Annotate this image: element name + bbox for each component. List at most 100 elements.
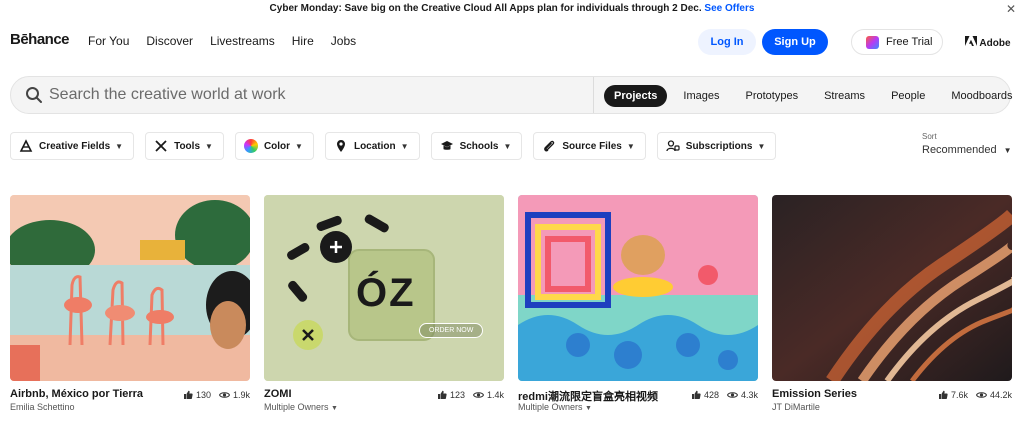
nav-discover[interactable]: Discover [146,34,193,48]
signup-button[interactable]: Sign Up [762,29,828,55]
tools-icon [155,140,167,152]
owner-name: Multiple Owners [264,402,329,412]
creative-fields-icon [19,139,33,152]
project-card[interactable]: ÓZ ORDER NOW ZOMI Multiple Owners ▼ 123 … [264,195,504,412]
thumbs-up-icon [437,390,447,399]
free-trial-button[interactable]: Free Trial [851,29,943,55]
color-wheel-icon [243,139,258,153]
tab-images[interactable]: Images [673,85,729,107]
project-card[interactable]: Emission Series JT DiMartile 7.6k 44.2k [772,195,1012,412]
tab-projects[interactable]: Projects [604,85,668,107]
filter-subscriptions[interactable]: Subscriptions ▼ [656,132,777,160]
adobe-link[interactable]: Adobe [965,36,1011,49]
search-divider [593,77,594,113]
filter-creative-fields[interactable]: Creative Fields ▼ [10,132,135,160]
redmi-toy-illustration [518,195,758,381]
filter-label: Source Files [562,140,622,152]
flamingo-illustration [10,195,250,381]
chevron-down-icon: ▼ [115,141,124,151]
filter-bar: Creative Fields ▼ Tools ▼ Color ▼ Locati… [10,132,787,160]
project-thumbnail[interactable]: ÓZ ORDER NOW [264,195,504,381]
chevron-down-icon: ▼ [585,405,592,412]
top-nav: Bēhance For You Discover Livestreams Hir… [0,22,1024,64]
chevron-down-icon: ▼ [626,141,635,151]
promo-banner: Cyber Monday: Save big on the Creative C… [0,0,1024,20]
tab-people[interactable]: People [881,85,935,107]
chevron-down-icon: ▼ [1003,146,1012,155]
view-count: 44.2k [989,390,1012,400]
subscriptions-icon [666,140,680,152]
emission-abstract-render [772,195,1012,381]
search-tabs: Projects Images Prototypes Streams Peopl… [604,84,1024,108]
nav-livestreams[interactable]: Livestreams [210,34,275,48]
project-stats: 130 1.9k [183,390,250,400]
adobe-label: Adobe [979,38,1011,49]
filter-label: Subscriptions [685,140,753,152]
view-count: 1.4k [486,390,504,400]
thumbs-up-icon [938,390,948,399]
tab-moodboards[interactable]: Moodboards [941,85,1022,107]
nav-jobs[interactable]: Jobs [331,34,356,48]
filter-label: Creative Fields [39,140,111,152]
sort-value: Recommended [922,144,997,156]
filter-color[interactable]: Color ▼ [234,132,314,160]
project-title[interactable]: ZOMI [264,388,292,400]
filter-source-files[interactable]: Source Files ▼ [533,132,646,160]
filter-tools[interactable]: Tools ▼ [145,132,224,160]
eye-icon [472,392,484,398]
project-stats: 123 1.4k [437,390,504,400]
filter-label: Schools [459,140,499,152]
search-icon [26,87,42,103]
free-trial-label: Free Trial [886,36,933,48]
tab-streams[interactable]: Streams [814,85,875,107]
promo-text: Cyber Monday: Save big on the Creative C… [269,3,702,14]
eye-icon [975,392,987,398]
tab-prototypes[interactable]: Prototypes [736,85,809,107]
filter-location[interactable]: Location ▼ [324,132,420,160]
chevron-down-icon: ▼ [400,141,409,151]
nav-for-you[interactable]: For You [88,34,129,48]
zomi-thumb-text: ÓZ [356,271,416,315]
creative-cloud-icon [866,36,879,49]
search-bar: Projects Images Prototypes Streams Peopl… [10,76,1012,114]
project-owner[interactable]: Emilia Schettino [10,402,75,412]
project-card[interactable]: redmi潮流限定盲盒亮相视频 Multiple Owners ▼ 428 4.… [518,195,758,412]
like-count: 130 [195,390,211,400]
project-owner[interactable]: Multiple Owners ▼ [518,402,592,412]
project-thumbnail[interactable] [10,195,250,381]
filter-schools[interactable]: Schools ▼ [430,132,523,160]
chevron-down-icon: ▼ [503,141,512,151]
chevron-down-icon: ▼ [331,405,338,412]
main-nav: For You Discover Livestreams Hire Jobs [88,34,373,48]
close-icon[interactable]: ✕ [1006,0,1016,18]
project-owner[interactable]: JT DiMartile [772,402,820,412]
graduation-cap-icon [440,141,453,150]
chevron-down-icon: ▼ [205,141,213,151]
like-count: 7.6k [950,390,968,400]
login-button[interactable]: Log In [698,29,756,55]
see-offers-link[interactable]: See Offers [704,3,754,14]
search-input[interactable] [49,83,589,107]
project-thumbnail[interactable] [772,195,1012,381]
project-owner[interactable]: Multiple Owners ▼ [264,402,338,412]
filter-label: Tools [174,140,201,152]
order-now-label: ORDER NOW [419,323,484,338]
thumbs-up-icon [183,390,193,399]
nav-hire[interactable]: Hire [292,34,314,48]
project-thumbnail[interactable] [518,195,758,381]
behance-logo[interactable]: Bēhance [10,31,70,48]
view-count: 1.9k [232,390,250,400]
project-title[interactable]: Airbnb, México por Tierra [10,388,143,400]
project-card[interactable]: Airbnb, México por Tierra Emilia Schetti… [10,195,250,412]
sort-label: Sort [922,132,937,141]
adobe-icon [965,36,977,46]
thumbs-up-icon [691,390,701,399]
like-count: 428 [703,390,719,400]
paperclip-icon [544,140,555,152]
chevron-down-icon: ▼ [757,141,766,151]
project-stats: 7.6k 44.2k [938,390,1012,400]
chevron-down-icon: ▼ [295,141,303,151]
project-title[interactable]: Emission Series [772,388,857,400]
owner-name: Multiple Owners [518,402,583,412]
sort-dropdown[interactable]: Sort Recommended ▼ [922,132,1012,156]
